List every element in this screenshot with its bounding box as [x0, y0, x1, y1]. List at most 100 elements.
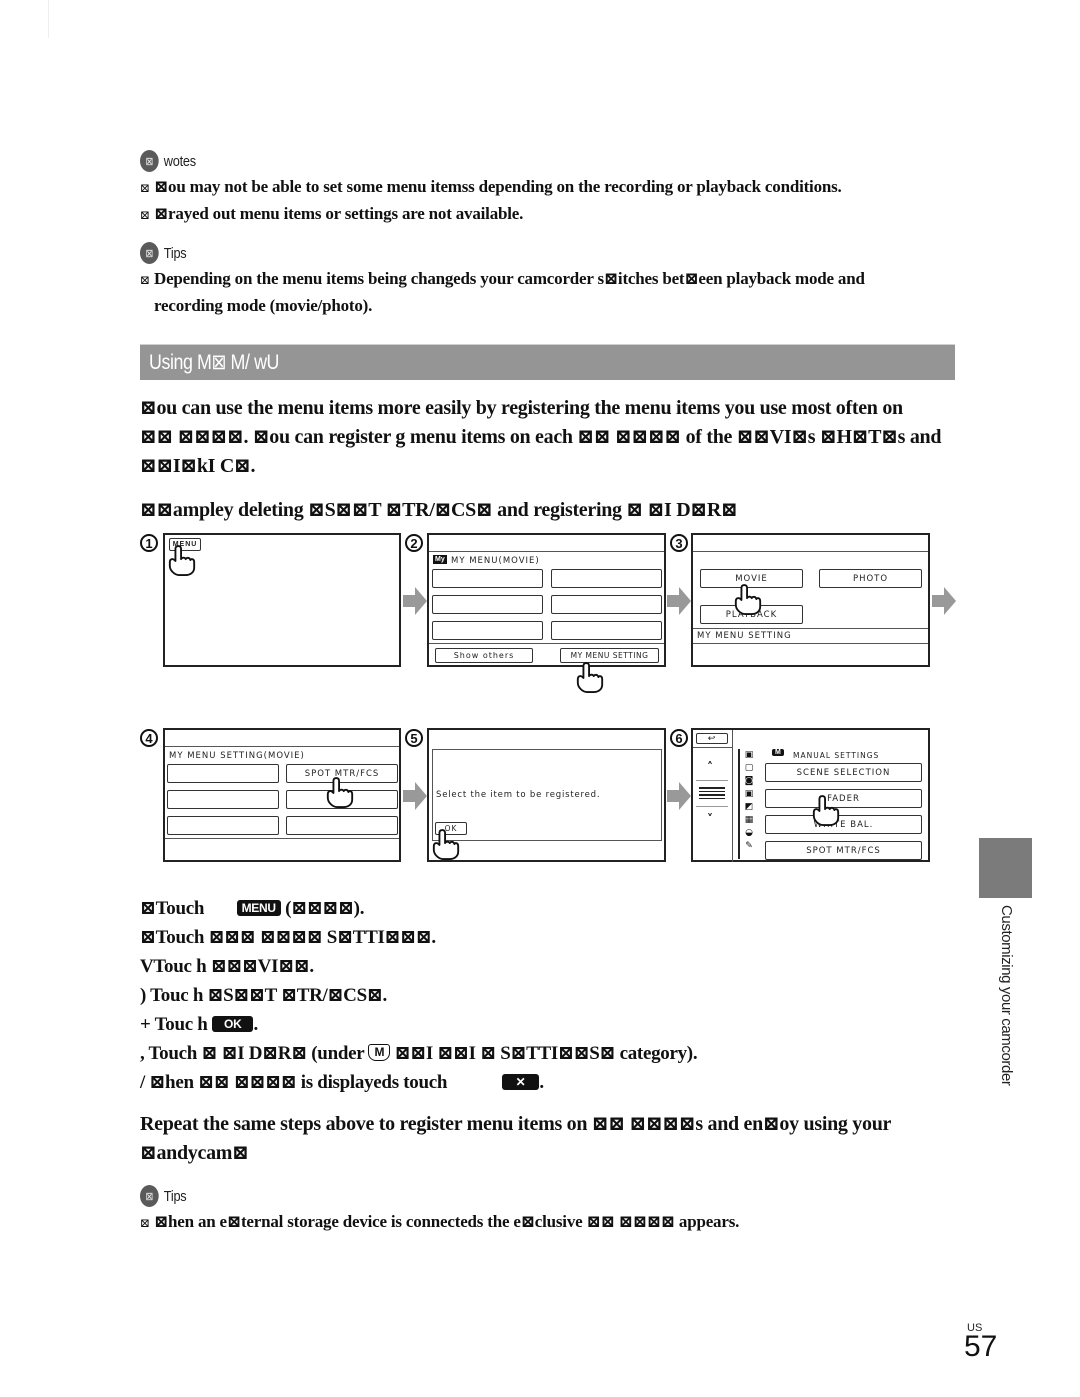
scroll-down-icon[interactable]: ˅ [707, 812, 713, 826]
scroll-up-icon[interactable]: ˄ [707, 760, 713, 774]
divider [429, 643, 664, 644]
step-item: ⊠Touch ⊠⊠⊠ ⊠⊠⊠⊠ S⊠TTI⊠⊠⊠. [140, 927, 436, 948]
divider [429, 551, 664, 552]
white-bal-button[interactable]: WHITE BAL. [765, 815, 922, 834]
fader-button[interactable]: FADER [765, 789, 922, 808]
next-arrow-icon [932, 587, 956, 615]
step-text: ⊠Touch [140, 898, 209, 919]
screen-1: MENU [163, 533, 401, 667]
ok-key-icon: OK [212, 1016, 254, 1032]
my-menu-title: MY MENU(MOVIE) [451, 556, 540, 566]
category-scrollbar[interactable] [738, 749, 740, 859]
step-text: (⊠⊠⊠⊠). [280, 898, 365, 919]
step-number-1: 1 [140, 534, 158, 552]
touch-hand-icon [812, 795, 840, 826]
notes-title: wotes [163, 152, 196, 170]
screen-5: Select the item to be registered. OK [427, 728, 666, 862]
touch-hand-icon [734, 584, 762, 615]
step-item: + Touc h OK. [140, 1010, 697, 1039]
example-line: ⊠⊠ampley deleting ⊠S⊠⊠T ⊠TR/⊠CS⊠ and reg… [140, 499, 738, 521]
scroll-handle-icon[interactable] [699, 787, 725, 799]
step-text: , Touch ⊠ ⊠I D⊠R⊠ (under [140, 1043, 369, 1064]
divider [696, 806, 728, 807]
page-edge-line [48, 0, 49, 38]
repeat-paragraph: Repeat the same steps above to register … [140, 1110, 960, 1168]
page-number: 57 [964, 1330, 998, 1363]
intro-line: ⊠ou can use the menu items more easily b… [140, 397, 903, 419]
note-text: ⊠ou may not be able to set some menu ite… [154, 177, 842, 196]
spot-mtr-fcs-button[interactable]: SPOT MTR/FCS [765, 841, 922, 860]
divider [693, 628, 928, 629]
touch-hand-icon [168, 545, 196, 576]
divider [693, 551, 928, 552]
my-menu-badge: My [433, 555, 447, 564]
movie-camera-icon[interactable]: ▣ [743, 749, 755, 762]
photo-camera-icon[interactable]: ◙ [743, 775, 755, 788]
tip-text: ⊠hen an e⊠ternal storage device is conne… [154, 1212, 740, 1231]
step-item: / ⊠hen ⊠⊠ ⊠⊠⊠⊠ is displayeds touch ✕. [140, 1068, 697, 1097]
my-menu-slot[interactable] [551, 595, 662, 614]
screen-3: MOVIE PHOTO PLAYBACK MY MENU SETTING [691, 533, 930, 667]
edit-icon[interactable]: ◩ [743, 801, 755, 814]
my-menu-slot[interactable] [286, 816, 398, 835]
playback-icon[interactable]: ▣ [743, 788, 755, 801]
tips-heading: ⊠ Tips [140, 1185, 649, 1207]
scene-selection-button[interactable]: SCENE SELECTION [765, 763, 922, 782]
my-menu-slot[interactable] [551, 621, 662, 640]
bullet-icon: ⊠ [140, 208, 150, 222]
step-text: + Touc h [140, 1014, 213, 1035]
touch-hand-icon [432, 829, 460, 860]
others-icon[interactable]: ◒ [743, 827, 755, 840]
category-icon-column: ▣ ▢ ◙ ▣ ◩ ▦ ◒ ✎ [743, 749, 755, 853]
back-button[interactable]: ↩ [696, 733, 728, 744]
step-text: . [539, 1072, 544, 1093]
my-menu-slot[interactable] [432, 621, 543, 640]
my-menu-slot[interactable] [551, 569, 662, 588]
step-number-5: 5 [405, 729, 423, 747]
tip-item-continued: recording mode (movie/photo). [154, 296, 373, 315]
tips-block: ⊠ Tips ⊠ Depending on the menu items bein… [140, 242, 865, 318]
notes-heading: ⊠ wotes [140, 150, 736, 172]
show-others-button[interactable]: Show others [435, 648, 533, 663]
my-menu-slot[interactable] [432, 595, 543, 614]
my-menu-setting-label: MY MENU SETTING [697, 631, 792, 641]
photo-button[interactable]: PHOTO [819, 569, 922, 588]
note-text: ⊠rayed out menu items or settings are no… [154, 204, 524, 223]
my-menu-slot[interactable] [167, 816, 279, 835]
wrench-icon[interactable]: ✎ [743, 840, 755, 853]
divider [696, 780, 728, 781]
step-item: ) Touc h ⊠S⊠⊠T ⊠TR/⊠CS⊠. [140, 985, 387, 1006]
tips-heading: ⊠ Tips [140, 242, 756, 264]
note-item: ⊠ ⊠ou may not be able to set some menu it… [140, 174, 842, 201]
my-menu-slot[interactable] [167, 764, 279, 783]
camera-manual-icon[interactable]: ▢ [743, 762, 755, 775]
close-key-icon: ✕ [501, 1074, 540, 1090]
step-text: / ⊠hen ⊠⊠ ⊠⊠⊠⊠ is displayeds touch [140, 1072, 452, 1093]
step-number-4: 4 [140, 729, 158, 747]
touch-hand-icon [576, 662, 604, 693]
step-number-3: 3 [670, 534, 688, 552]
notes-block: ⊠ wotes ⊠ ⊠ou may not be able to set some… [140, 150, 842, 228]
next-arrow-icon [403, 782, 427, 810]
step-text: . [253, 1014, 258, 1035]
step-item: VTouc h ⊠⊠⊠VI⊠⊠. [140, 956, 314, 977]
back-icon: ↩ [707, 733, 717, 744]
calculator-icon[interactable]: ▦ [743, 814, 755, 827]
tips-title: Tips [163, 244, 187, 262]
step-text: ⊠⊠I ⊠⊠I ⊠ S⊠TTI⊠⊠S⊠ category). [390, 1043, 698, 1064]
my-menu-slot[interactable] [167, 790, 279, 809]
intro-paragraph: ⊠ou can use the menu items more easily b… [140, 394, 980, 481]
my-menu-slot[interactable] [432, 569, 543, 588]
tips-block-2: ⊠ Tips ⊠ ⊠hen an e⊠ternal storage device … [140, 1185, 739, 1236]
menu-key-icon: MENU [236, 900, 281, 916]
vertical-divider [732, 730, 733, 862]
tip-item: ⊠ Depending on the menu items being chang… [140, 266, 865, 293]
dialog-box: Select the item to be registered. OK [432, 749, 662, 841]
next-arrow-icon [667, 587, 691, 615]
tip-item: ⊠ ⊠hen an e⊠ternal storage device is conn… [140, 1209, 739, 1236]
repeat-line: ⊠andycam⊠ [140, 1142, 249, 1164]
screen-4: MY MENU SETTING(MOVIE) SPOT MTR/FCS [163, 728, 401, 862]
repeat-line: Repeat the same steps above to register … [140, 1113, 892, 1135]
screen-6: ↩ ˄ ˅ ▣ ▢ ◙ ▣ ◩ ▦ ◒ ✎ M MANUAL SETTINGS … [691, 728, 930, 862]
screen-2: My MY MENU(MOVIE) Show others MY MENU SE… [427, 533, 666, 667]
